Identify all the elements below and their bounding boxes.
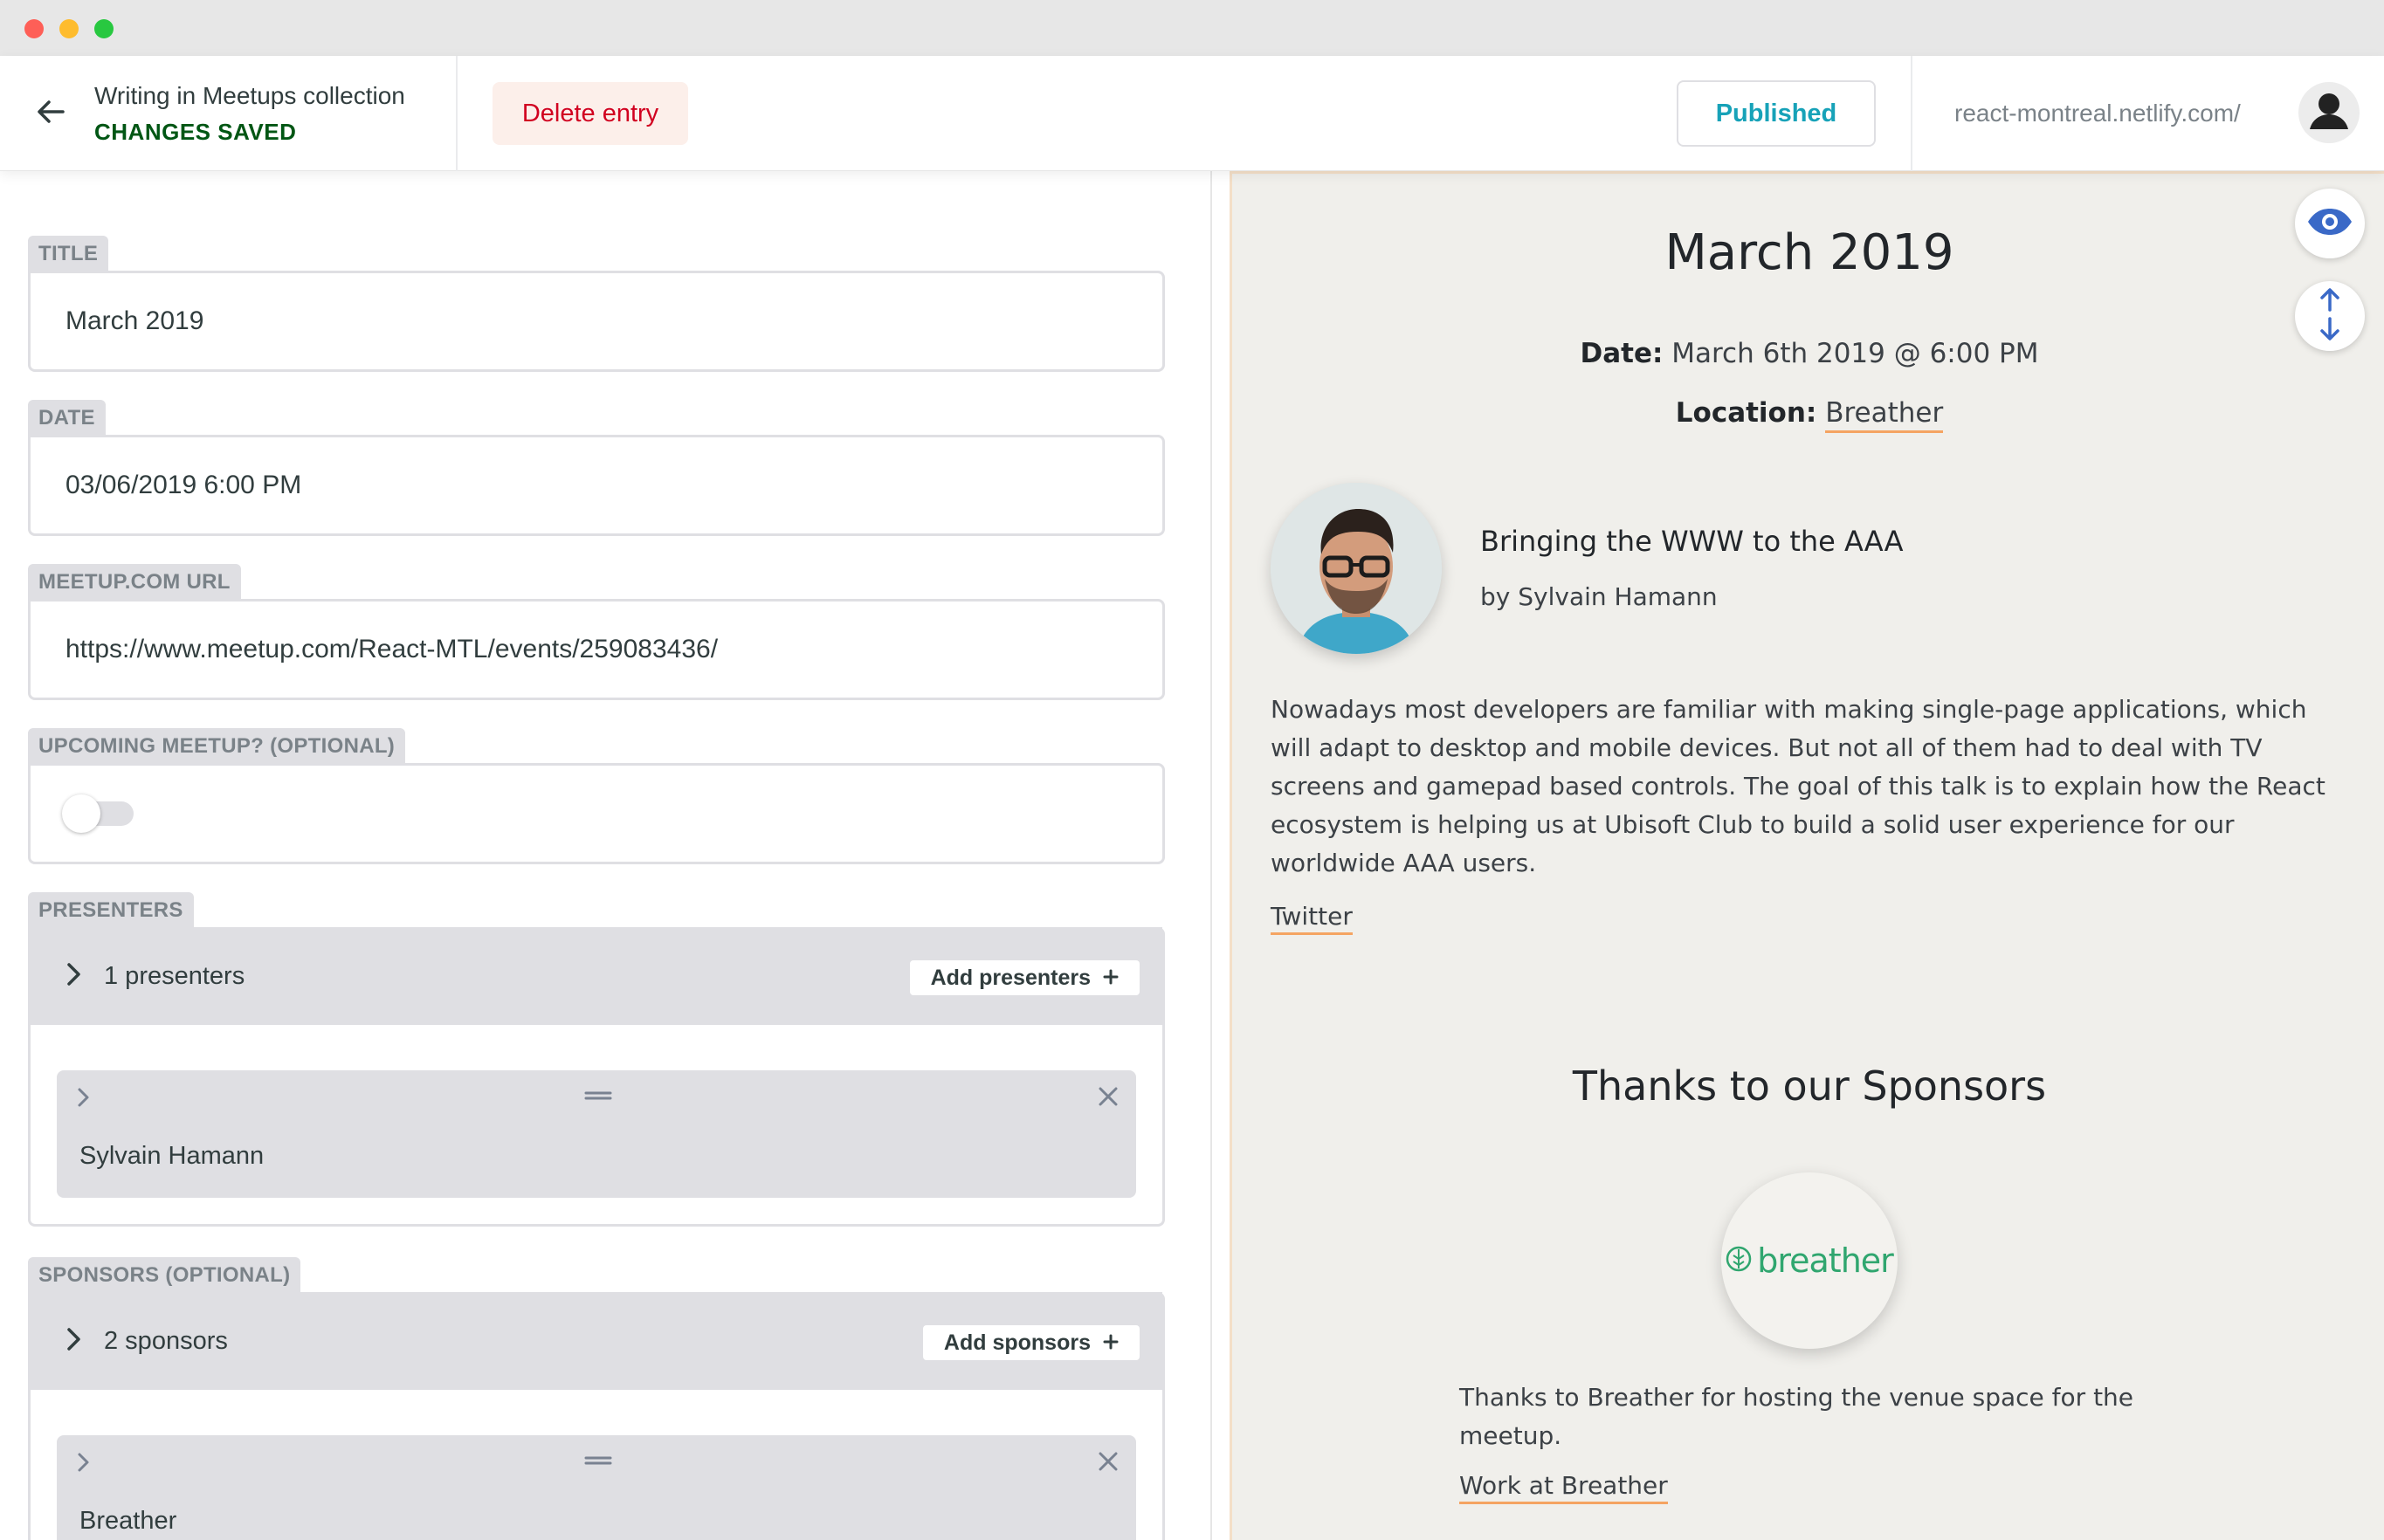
preview-date-label: Date: bbox=[1580, 338, 1664, 369]
chevron-right-icon[interactable] bbox=[65, 1327, 83, 1356]
sponsors-field: SPONSORS (OPTIONAL) 2 sponsors Add spons… bbox=[28, 1257, 1165, 1540]
sponsors-body: Breather bbox=[31, 1390, 1162, 1540]
sponsors-count: 2 sponsors bbox=[104, 1326, 228, 1355]
user-avatar-icon bbox=[2298, 82, 2360, 143]
chevron-right-icon[interactable] bbox=[71, 1449, 97, 1475]
drag-handle-icon[interactable] bbox=[582, 1447, 614, 1474]
editor-toolbar: Writing in Meetups collection CHANGES SA… bbox=[0, 56, 2384, 171]
title-label: TITLE bbox=[28, 236, 109, 271]
date-label: DATE bbox=[28, 400, 106, 435]
preview-pane: March 2019 Date: March 6th 2019 @ 6:00 P… bbox=[1230, 171, 2384, 1540]
back-button[interactable] bbox=[26, 94, 75, 133]
account-button[interactable] bbox=[2298, 82, 2360, 143]
window-minimize-button[interactable] bbox=[59, 19, 79, 38]
title-input[interactable]: March 2019 bbox=[28, 271, 1165, 372]
sponsors-list: 2 sponsors Add sponsors Breather bbox=[28, 1292, 1165, 1540]
sponsor-logo-text: breather bbox=[1757, 1241, 1894, 1280]
eye-icon bbox=[2305, 207, 2354, 241]
toolbar-divider bbox=[1911, 56, 1912, 171]
upcoming-label: UPCOMING MEETUP? (OPTIONAL) bbox=[28, 728, 406, 763]
scroll-sync-button[interactable] bbox=[2295, 281, 2365, 351]
close-icon[interactable] bbox=[1092, 1446, 1124, 1477]
chevron-right-icon[interactable] bbox=[65, 962, 83, 991]
chevron-right-icon[interactable] bbox=[71, 1084, 97, 1110]
upcoming-field: UPCOMING MEETUP? (OPTIONAL) bbox=[28, 728, 1165, 864]
list-item[interactable]: Sylvain Hamann bbox=[57, 1070, 1136, 1198]
sponsors-label: SPONSORS (OPTIONAL) bbox=[28, 1257, 301, 1292]
upcoming-toggle[interactable] bbox=[62, 794, 134, 833]
drag-handle-icon[interactable] bbox=[582, 1083, 614, 1109]
sponsors-header: 2 sponsors Add sponsors bbox=[31, 1292, 1162, 1390]
url-input[interactable]: https://www.meetup.com/React-MTL/events/… bbox=[28, 599, 1165, 700]
preview-date-value: March 6th 2019 @ 6:00 PM bbox=[1663, 338, 2039, 369]
presenters-body: Sylvain Hamann bbox=[31, 1025, 1162, 1224]
sponsor-logo[interactable]: breather bbox=[1721, 1172, 1898, 1349]
speaker-photo bbox=[1271, 483, 1442, 654]
toggle-knob bbox=[62, 794, 100, 833]
delete-entry-button[interactable]: Delete entry bbox=[493, 82, 688, 145]
add-sponsors-label: Add sponsors bbox=[943, 1330, 1091, 1355]
preview-location: Location: Breather bbox=[1232, 397, 2384, 433]
work-at-breather-link[interactable]: Work at Breather bbox=[1459, 1471, 1668, 1504]
url-label: MEETUP.COM URL bbox=[28, 564, 241, 599]
add-sponsors-button[interactable]: Add sponsors bbox=[922, 1325, 1140, 1360]
publish-status-button[interactable]: Published bbox=[1677, 80, 1876, 147]
plus-icon bbox=[1103, 966, 1119, 991]
plus-icon bbox=[1103, 1330, 1119, 1356]
collection-title: Writing in Meetups collection bbox=[94, 82, 405, 109]
date-input[interactable]: 03/06/2019 6:00 PM bbox=[28, 435, 1165, 536]
title-field: TITLE March 2019 bbox=[28, 236, 1165, 372]
url-field: MEETUP.COM URL https://www.meetup.com/Re… bbox=[28, 564, 1165, 700]
toolbar-divider bbox=[456, 56, 458, 171]
presenters-label: PRESENTERS bbox=[28, 892, 194, 927]
window-titlebar bbox=[0, 0, 2384, 56]
arrow-left-icon bbox=[37, 100, 65, 128]
site-url-link[interactable]: react-montreal.netlify.com/ bbox=[1954, 100, 2241, 127]
editor-pane: TITLE March 2019 DATE 03/06/2019 6:00 PM… bbox=[0, 171, 1210, 1540]
talk-description: Nowadays most developers are familiar wi… bbox=[1271, 695, 2325, 877]
preview-date: Date: March 6th 2019 @ 6:00 PM bbox=[1232, 338, 2384, 369]
presenters-list: 1 presenters Add presenters Sylvain Hama… bbox=[28, 927, 1165, 1227]
preview-location-label: Location: bbox=[1675, 397, 1817, 429]
preview-title: March 2019 bbox=[1664, 224, 1954, 281]
preview-location-link[interactable]: Breather bbox=[1825, 397, 1944, 433]
presenter-name: Sylvain Hamann bbox=[79, 1142, 265, 1170]
scroll-sync-icon bbox=[2317, 287, 2343, 346]
presenters-count: 1 presenters bbox=[104, 961, 245, 990]
date-field: DATE 03/06/2019 6:00 PM bbox=[28, 400, 1165, 536]
add-presenters-button[interactable]: Add presenters bbox=[909, 960, 1140, 995]
presenters-header: 1 presenters Add presenters bbox=[31, 927, 1162, 1025]
window-close-button[interactable] bbox=[24, 19, 44, 38]
sponsor-description: Thanks to Breather for hosting the venue… bbox=[1459, 1383, 2134, 1450]
sponsors-heading: Thanks to our Sponsors bbox=[1572, 1062, 2047, 1110]
list-item[interactable]: Breather bbox=[57, 1435, 1136, 1540]
close-icon[interactable] bbox=[1092, 1081, 1124, 1112]
breather-leaf-icon bbox=[1726, 1244, 1752, 1278]
sponsor-name: Breather bbox=[79, 1507, 177, 1535]
upcoming-box bbox=[28, 763, 1165, 864]
add-presenters-label: Add presenters bbox=[930, 965, 1091, 990]
presenters-field: PRESENTERS 1 presenters Add presenters S… bbox=[28, 892, 1165, 1227]
talk-author: by Sylvain Hamann bbox=[1480, 582, 1718, 611]
talk-title: Bringing the WWW to the AAA bbox=[1480, 525, 1904, 558]
pane-divider[interactable] bbox=[1210, 171, 1212, 1540]
window-zoom-button[interactable] bbox=[94, 19, 114, 38]
save-status: CHANGES SAVED bbox=[94, 119, 297, 145]
twitter-link[interactable]: Twitter bbox=[1271, 902, 1353, 935]
preview-toggle-button[interactable] bbox=[2295, 189, 2365, 258]
